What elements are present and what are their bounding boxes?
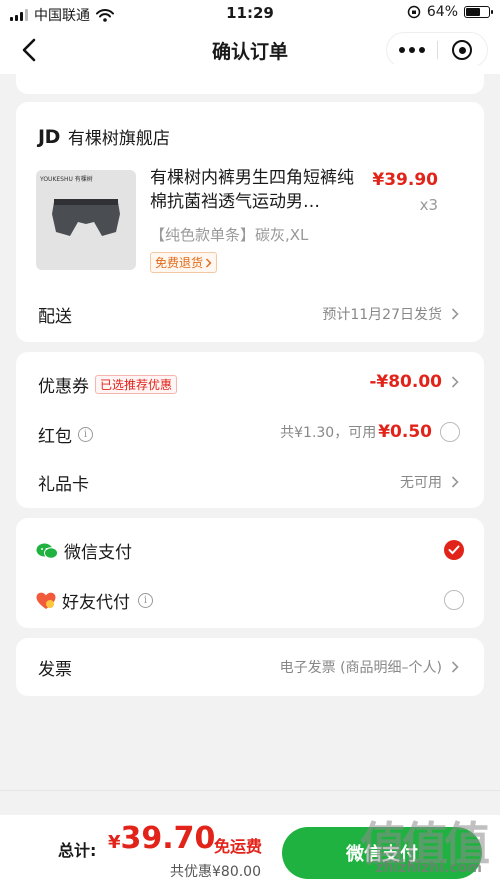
check-icon (448, 545, 460, 555)
product-price: ¥39.90 (372, 170, 438, 190)
total-label: 总计: (58, 841, 97, 860)
wechat-pay-option[interactable]: 微信支付 (36, 538, 132, 563)
coupon-label: 优惠券 (38, 377, 89, 397)
coupon-value: -¥80.00 (369, 372, 442, 392)
gift-card-label: 礼品卡 (38, 475, 89, 495)
product-image[interactable]: YOUKESHU 有棵树 (36, 170, 136, 270)
delivery-row[interactable]: 预计11月27日发货 (322, 304, 460, 324)
shop-header[interactable]: JD 有棵树旗舰店 (38, 124, 170, 150)
discount-summary: 共优惠¥80.00 (170, 864, 261, 880)
wechat-pay-label: 微信支付 (64, 543, 132, 563)
orientation-lock-icon (407, 5, 421, 19)
chevron-right-icon (451, 376, 459, 388)
gift-card-row[interactable]: 无可用 (400, 472, 460, 492)
free-return-badge[interactable]: 免费退货 (150, 252, 218, 273)
chevron-right-icon (451, 661, 459, 673)
heart-icon (36, 592, 56, 609)
miniapp-capsule (386, 32, 488, 68)
product-quantity: x3 (419, 196, 438, 214)
chevron-right-icon (206, 258, 212, 267)
more-menu-button[interactable] (387, 47, 437, 53)
address-card-partial (16, 64, 484, 94)
delivery-value: 预计11月27日发货 (322, 307, 442, 323)
red-packet-usable: ¥0.50 (378, 422, 432, 442)
close-miniapp-button[interactable] (437, 40, 487, 60)
underwear-image (52, 199, 120, 236)
total-currency: ¥ (108, 832, 121, 853)
friend-pay-option[interactable]: 好友代付 i (36, 588, 153, 613)
status-right: 64% (407, 4, 493, 20)
payment-method-card: 微信支付 好友代付 i (16, 518, 484, 628)
red-packet-row-label: 红包 i (38, 422, 93, 447)
jd-logo: JD (38, 125, 60, 148)
total-amount: ¥39.70 (108, 821, 215, 856)
info-icon[interactable]: i (78, 427, 93, 442)
red-packet-row[interactable]: 共¥1.30，可用 ¥0.50 (280, 422, 460, 442)
wechat-pay-radio[interactable] (444, 540, 464, 560)
chevron-right-icon (451, 476, 459, 488)
friend-pay-label: 好友代付 (62, 593, 130, 613)
status-bar: 中国联通 11:29 64% (0, 0, 500, 26)
product-title[interactable]: 有棵树内裤男生四角短裤纯棉抗菌裆透气运动男… (150, 166, 362, 214)
info-icon[interactable]: i (138, 593, 153, 608)
product-spec: 【纯色款单条】碳灰,XL (150, 226, 309, 244)
divider (0, 790, 500, 791)
target-icon (452, 40, 473, 60)
chevron-right-icon (451, 308, 459, 320)
watermark-url: zhizhizhi.com (375, 860, 482, 876)
coupon-row[interactable]: -¥80.00 (369, 372, 460, 392)
discount-card: 优惠券 已选推荐优惠 -¥80.00 红包 i 共¥1.30，可用 ¥0.50 … (16, 352, 484, 508)
invoice-value: 电子发票 (商品明细–个人) (279, 660, 442, 676)
coupon-row-label: 优惠券 已选推荐优惠 (38, 372, 178, 397)
watermark: 值值值 zhizhizhi.com (342, 808, 492, 888)
red-packet-radio[interactable] (440, 422, 460, 442)
invoice-label: 发票 (38, 660, 72, 680)
delivery-label: 配送 (38, 307, 72, 327)
red-packet-total: 共¥1.30，可用 (280, 425, 377, 441)
free-return-label: 免费退货 (155, 256, 204, 270)
total-value: 39.70 (120, 821, 216, 856)
battery-fill (466, 8, 481, 16)
invoice-row[interactable]: 电子发票 (商品明细–个人) (280, 657, 460, 677)
free-shipping-label: 免运费 (214, 837, 263, 856)
battery-percent: 64% (426, 4, 458, 20)
invoice-card: 发票 电子发票 (商品明细–个人) (16, 638, 484, 696)
red-packet-label: 红包 (38, 427, 72, 447)
shop-card: JD 有棵树旗舰店 YOUKESHU 有棵树 有棵树内裤男生四角短裤纯棉抗菌裆透… (16, 102, 484, 342)
friend-pay-radio[interactable] (444, 590, 464, 610)
shop-name: 有棵树旗舰店 (67, 129, 170, 149)
coupon-tag: 已选推荐优惠 (95, 375, 178, 394)
battery-icon (464, 6, 493, 18)
gift-card-value: 无可用 (400, 475, 442, 491)
wechat-icon (36, 543, 58, 559)
